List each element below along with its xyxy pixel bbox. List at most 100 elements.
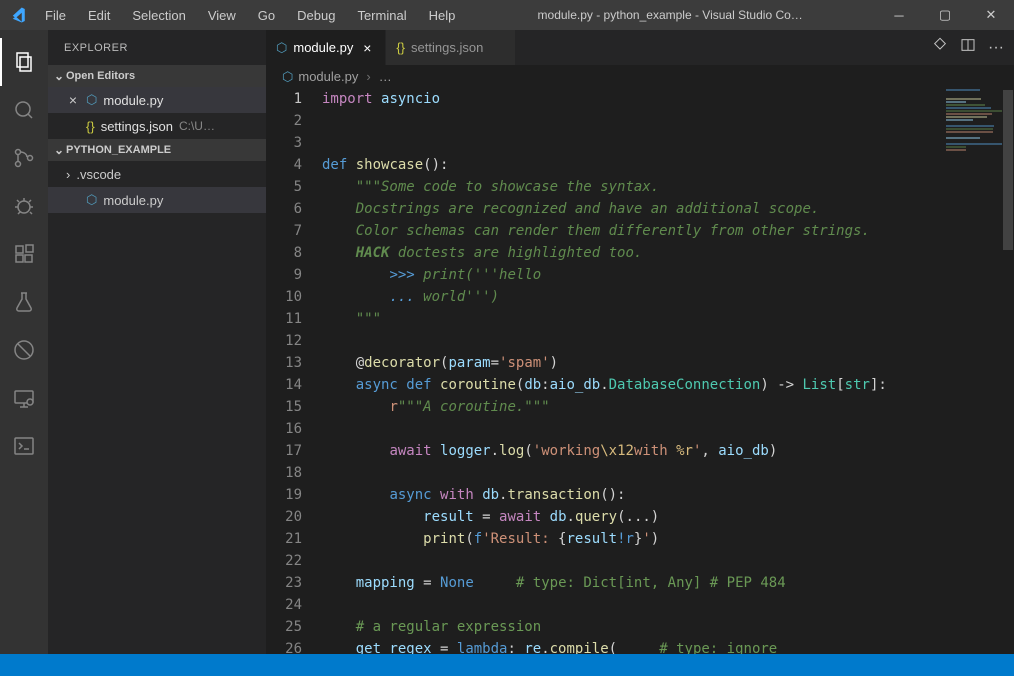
window-controls: ─ ▢ ✕: [876, 0, 1014, 30]
activity-search-icon[interactable]: [0, 86, 48, 134]
editor-area: ⬡module.py×{}settings.json ··· ⬡module.p…: [266, 30, 1014, 654]
minimap[interactable]: [942, 88, 1002, 654]
menu-file[interactable]: File: [36, 4, 75, 27]
editor-tab[interactable]: ⬡module.py×: [266, 30, 386, 65]
editor-tab[interactable]: {}settings.json: [386, 30, 516, 65]
open-editors-header[interactable]: ⌄ Open Editors: [48, 65, 266, 87]
code-line[interactable]: [322, 462, 1014, 484]
maximize-button[interactable]: ▢: [922, 0, 968, 30]
open-editor-label: settings.json: [101, 119, 173, 134]
close-icon[interactable]: ×: [66, 92, 80, 108]
code-line[interactable]: [322, 418, 1014, 440]
line-number: 19: [266, 484, 302, 506]
menu-go[interactable]: Go: [249, 4, 284, 27]
more-actions-icon[interactable]: ···: [988, 39, 1004, 57]
menu-view[interactable]: View: [199, 4, 245, 27]
line-number: 22: [266, 550, 302, 572]
activity-remote-icon[interactable]: [0, 374, 48, 422]
code-editor[interactable]: 1234567891011121314151617181920212223242…: [266, 88, 1014, 654]
folder-label: PYTHON_EXAMPLE: [66, 144, 171, 156]
line-number: 24: [266, 594, 302, 616]
code-line[interactable]: [322, 550, 1014, 572]
breadcrumb-file: module.py: [298, 69, 358, 84]
code-line[interactable]: @decorator(param='spam'): [322, 352, 1014, 374]
code-line[interactable]: get_regex = lambda: re.compile( # type: …: [322, 638, 1014, 654]
open-editor-item[interactable]: {}settings.jsonC:\U…: [48, 113, 266, 139]
breadcrumb-more: …: [379, 69, 392, 84]
line-number: 1: [266, 88, 302, 110]
open-editor-item[interactable]: ×⬡module.py: [48, 87, 266, 113]
code-line[interactable]: async def coroutine(db:aio_db.DatabaseCo…: [322, 374, 1014, 396]
minimize-button[interactable]: ─: [876, 0, 922, 30]
code-line[interactable]: [322, 594, 1014, 616]
activity-debug-icon[interactable]: [0, 182, 48, 230]
split-editor-icon[interactable]: [960, 37, 976, 58]
menu-help[interactable]: Help: [420, 4, 465, 27]
editor-actions: ···: [932, 30, 1014, 65]
code-line[interactable]: """: [322, 308, 1014, 330]
activity-extensions-icon[interactable]: [0, 230, 48, 278]
code-line[interactable]: r"""A coroutine.""": [322, 396, 1014, 418]
line-number: 3: [266, 132, 302, 154]
line-number: 26: [266, 638, 302, 654]
compare-icon[interactable]: [932, 37, 948, 58]
activity-no-icon[interactable]: [0, 326, 48, 374]
python-file-icon: ⬡: [282, 69, 293, 85]
editor-tabs: ⬡module.py×{}settings.json ···: [266, 30, 1014, 65]
open-editor-label: module.py: [103, 93, 163, 108]
open-editors-label: Open Editors: [66, 70, 135, 82]
code-line[interactable]: import asyncio: [322, 88, 1014, 110]
code-line[interactable]: [322, 110, 1014, 132]
code-line[interactable]: [322, 132, 1014, 154]
activity-console-icon[interactable]: [0, 422, 48, 470]
code-line[interactable]: """Some code to showcase the syntax.: [322, 176, 1014, 198]
close-icon[interactable]: ×: [359, 40, 375, 56]
menu-selection[interactable]: Selection: [123, 4, 194, 27]
vertical-scrollbar[interactable]: [1002, 88, 1014, 654]
activity-testing-icon[interactable]: [0, 278, 48, 326]
tree-item-label: .vscode: [76, 167, 121, 182]
vscode-logo-icon: [8, 5, 28, 25]
status-bar[interactable]: [0, 654, 1014, 676]
menu-terminal[interactable]: Terminal: [348, 4, 415, 27]
line-number: 13: [266, 352, 302, 374]
activity-scm-icon[interactable]: [0, 134, 48, 182]
code-line[interactable]: # a regular expression: [322, 616, 1014, 638]
file-item[interactable]: ⬡module.py: [48, 187, 266, 213]
close-button[interactable]: ✕: [968, 0, 1014, 30]
code-line[interactable]: async with db.transaction():: [322, 484, 1014, 506]
activity-explorer-icon[interactable]: [0, 38, 48, 86]
folder-item[interactable]: ›.vscode: [48, 161, 266, 187]
folder-header[interactable]: ⌄ PYTHON_EXAMPLE: [48, 139, 266, 161]
code-line[interactable]: >>> print('''hello: [322, 264, 1014, 286]
code-line[interactable]: HACK doctests are highlighted too.: [322, 242, 1014, 264]
breadcrumb[interactable]: ⬡ module.py › …: [266, 65, 1014, 88]
line-number: 25: [266, 616, 302, 638]
line-number: 18: [266, 462, 302, 484]
tab-label: module.py: [293, 40, 353, 55]
menu-edit[interactable]: Edit: [79, 4, 119, 27]
code-line[interactable]: Color schemas can render them differentl…: [322, 220, 1014, 242]
json-file-icon: {}: [396, 40, 405, 55]
chevron-right-icon: ›: [366, 69, 370, 84]
line-number: 11: [266, 308, 302, 330]
code-line[interactable]: Docstrings are recognized and have an ad…: [322, 198, 1014, 220]
code-line[interactable]: mapping = None # type: Dict[int, Any] # …: [322, 572, 1014, 594]
window-title: module.py - python_example - Visual Stud…: [464, 8, 876, 22]
line-number: 2: [266, 110, 302, 132]
code-line[interactable]: print(f'Result: {result!r}'): [322, 528, 1014, 550]
code-line[interactable]: await logger.log('working\x12with %r', a…: [322, 440, 1014, 462]
code-line[interactable]: ... world'''): [322, 286, 1014, 308]
line-number: 4: [266, 154, 302, 176]
code-line[interactable]: result = await db.query(...): [322, 506, 1014, 528]
line-number: 21: [266, 528, 302, 550]
line-number: 14: [266, 374, 302, 396]
menu-debug[interactable]: Debug: [288, 4, 344, 27]
line-number: 20: [266, 506, 302, 528]
scrollbar-thumb[interactable]: [1003, 90, 1013, 250]
code-line[interactable]: [322, 330, 1014, 352]
line-number: 10: [266, 286, 302, 308]
sidebar-title: Explorer: [48, 30, 266, 65]
activity-bar: [0, 30, 48, 654]
code-line[interactable]: def showcase():: [322, 154, 1014, 176]
